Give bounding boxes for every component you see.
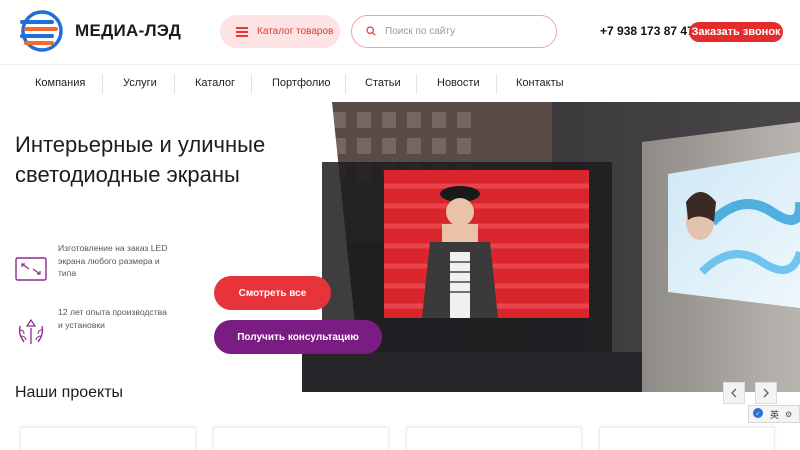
- logo-text: МЕДИА-ЛЭД: [75, 21, 182, 40]
- phone-link[interactable]: +7 938 173 87 47: [600, 24, 694, 38]
- chevron-left-icon: [731, 388, 737, 398]
- site-header: МЕДИА-ЛЭД Каталог товаров +7 938 173 87 …: [0, 0, 800, 64]
- hero-title: Интерьерные и уличные светодиодные экран…: [15, 132, 266, 187]
- ime-logo-icon: ✓: [752, 407, 764, 421]
- project-card[interactable]: [20, 427, 196, 450]
- logo-icon: [18, 10, 66, 52]
- nav-item-services[interactable]: Услуги: [123, 65, 157, 101]
- svg-text:✓: ✓: [755, 411, 760, 418]
- feature-custom-manufacturing: Изготовление на заказ LED экрана любого …: [14, 243, 168, 286]
- catalog-button-label: Каталог товаров: [257, 26, 334, 37]
- nav-divider: [251, 74, 252, 94]
- search-box: [351, 15, 557, 48]
- slider-next-button[interactable]: [755, 382, 777, 404]
- catalog-button[interactable]: Каталог товаров: [220, 15, 340, 48]
- search-icon[interactable]: [366, 23, 376, 41]
- menu-icon: [236, 27, 248, 37]
- nav-divider: [174, 74, 175, 94]
- ime-settings-icon: ⚙: [785, 409, 793, 419]
- resize-screen-icon: [14, 252, 48, 286]
- laurel-wreath-icon: [14, 314, 48, 348]
- search-input[interactable]: [385, 26, 545, 37]
- project-card[interactable]: [406, 427, 582, 450]
- feature-text: Изготовление на заказ LED экрана любого …: [58, 243, 168, 278]
- feature-text: 12 лет опыта производства и установки: [58, 307, 167, 330]
- ime-toolbar[interactable]: ✓ 英 ⚙: [748, 405, 800, 423]
- callback-button[interactable]: Заказать звонок: [689, 22, 783, 42]
- nav-divider: [416, 74, 417, 94]
- nav-divider: [496, 74, 497, 94]
- nav-item-catalog[interactable]: Каталог: [195, 65, 235, 101]
- projects-section-title: Наши проекты: [15, 384, 124, 401]
- project-card[interactable]: [599, 427, 775, 450]
- view-all-button[interactable]: Смотреть все: [214, 276, 331, 310]
- nav-divider: [345, 74, 346, 94]
- nav-divider: [102, 74, 103, 94]
- slider-prev-button[interactable]: [723, 382, 745, 404]
- nav-item-news[interactable]: Новости: [437, 65, 480, 101]
- nav-item-articles[interactable]: Статьи: [365, 65, 401, 101]
- get-consultation-button[interactable]: Получить консультацию: [214, 320, 382, 354]
- nav-item-portfolio[interactable]: Портфолио: [272, 65, 331, 101]
- main-nav: Компания Услуги Каталог Портфолио Статьи…: [0, 64, 800, 102]
- nav-item-contacts[interactable]: Контакты: [516, 65, 564, 101]
- nav-item-company[interactable]: Компания: [35, 65, 85, 101]
- feature-experience: 12 лет опыта производства и установки: [14, 307, 168, 348]
- logo[interactable]: МЕДИА-ЛЭД: [18, 10, 181, 52]
- chevron-right-icon: [763, 388, 769, 398]
- ime-language-label: 英: [770, 409, 780, 420]
- project-card[interactable]: [213, 427, 389, 450]
